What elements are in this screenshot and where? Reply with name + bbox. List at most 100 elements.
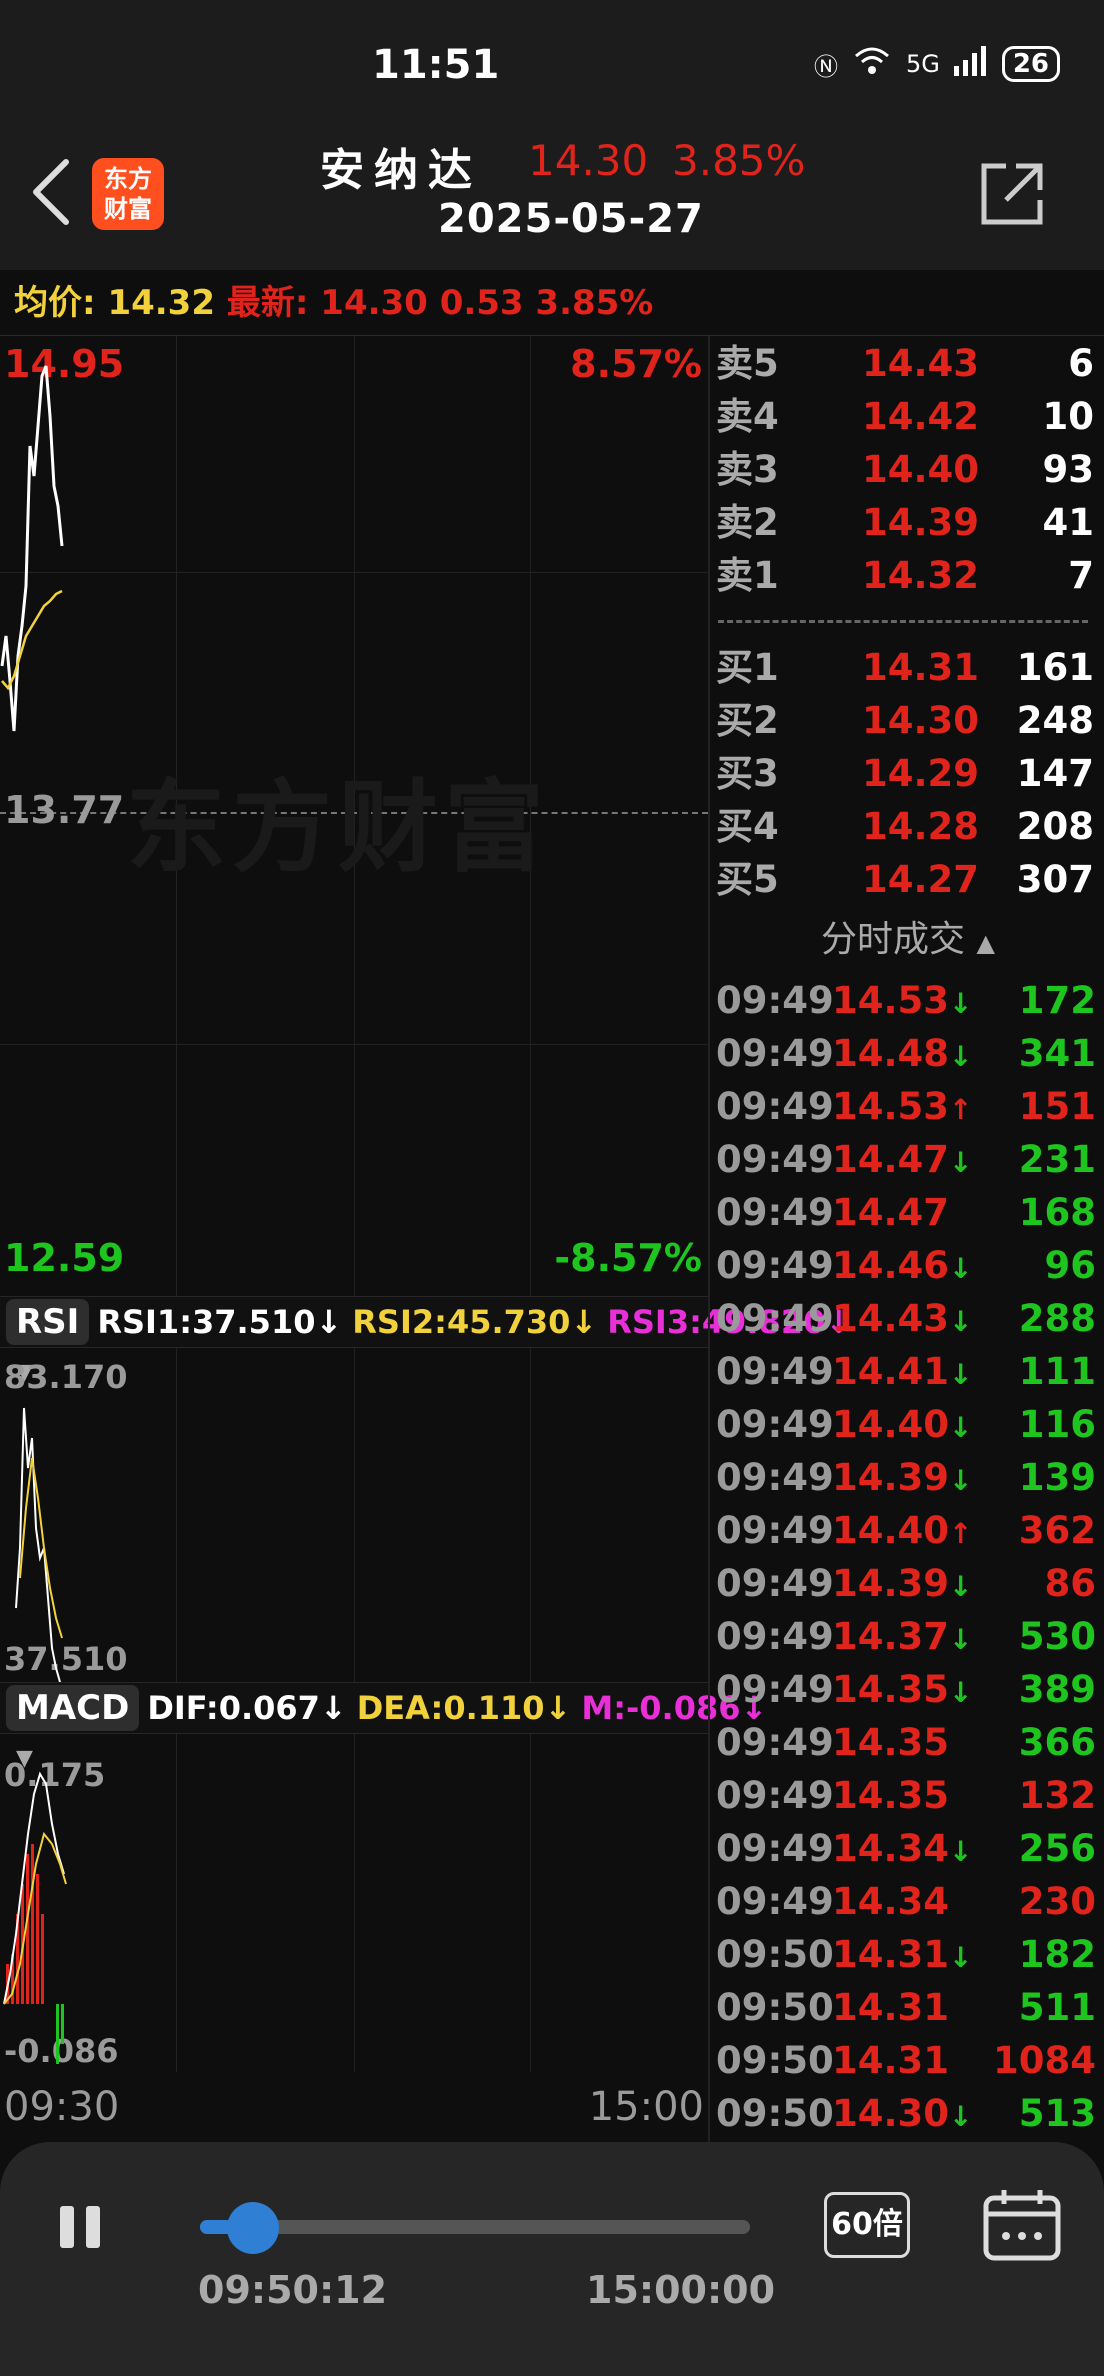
trade-volume: 182 [1018, 1933, 1096, 1976]
trade-row: 09:50 14.30↓ 513 [712, 2087, 1104, 2140]
trade-time: 09:49 [716, 1827, 834, 1870]
asks-label: 卖1 [716, 554, 779, 597]
trade-time: 09:49 [716, 1668, 834, 1711]
asks-price: 14.39 [862, 501, 980, 544]
bids-label: 买1 [716, 646, 779, 689]
trade-time: 09:50 [716, 2039, 834, 2082]
trade-time: 09:49 [716, 1615, 834, 1658]
trade-direction-icon: ↓ [949, 1623, 973, 1656]
asks-label: 卖3 [716, 448, 779, 491]
calendar-icon[interactable] [982, 2188, 1062, 2262]
trades-header[interactable]: 分时成交 ▲ [712, 910, 1104, 970]
trade-row: 09:49 14.47 168 [712, 1186, 1104, 1239]
trade-row: 09:49 14.34 230 [712, 1875, 1104, 1928]
time-start: 09:30 [4, 2084, 120, 2130]
trade-price: 14.48↓ [832, 1032, 973, 1075]
trade-volume: 341 [1018, 1032, 1096, 1075]
bids-price: 14.28 [862, 805, 980, 848]
rsi-panel: RSI ▼ RSI1:37.510↓ RSI2:45.730↓ RSI3:49.… [0, 1296, 852, 1682]
rsi-selector[interactable]: RSI ▼ [6, 1299, 90, 1385]
time-end: 15:00 [588, 2084, 704, 2130]
trade-price: 14.53↓ [832, 979, 973, 1022]
trade-price: 14.43↓ [832, 1297, 973, 1340]
bids-row[interactable]: 买3 14.29 147 [712, 748, 1104, 800]
asks-vol: 7 [1068, 554, 1094, 597]
trade-direction-icon: ↓ [949, 1464, 973, 1497]
trade-volume: 513 [1018, 2092, 1096, 2135]
trade-row: 09:49 14.34↓ 256 [712, 1822, 1104, 1875]
bids-row[interactable]: 买5 14.27 307 [712, 854, 1104, 906]
progress-track[interactable] [200, 2220, 750, 2234]
trade-time: 09:49 [716, 979, 834, 1022]
end-time: 15:00:00 [586, 2268, 776, 2312]
progress-handle[interactable] [227, 2202, 279, 2254]
trade-time: 09:50 [716, 1933, 834, 1976]
trade-volume: 256 [1018, 1827, 1096, 1870]
macd-selector[interactable]: MACD ▼ [6, 1685, 140, 1771]
trade-direction-icon: ↓ [949, 1835, 973, 1868]
latest-change-pct: 3.85% [535, 283, 654, 323]
trade-volume: 132 [1018, 1774, 1096, 1817]
asks-row[interactable]: 卖3 14.40 93 [712, 444, 1104, 496]
time-axis: 09:30 15:00 [0, 2072, 708, 2142]
trade-volume: 168 [1018, 1191, 1096, 1234]
trade-direction-icon: ↓ [949, 1252, 973, 1285]
bids-vol: 161 [1016, 646, 1094, 689]
trade-row: 09:49 14.37↓ 530 [712, 1610, 1104, 1663]
bids-label: 买2 [716, 699, 779, 742]
pause-icon[interactable] [56, 2204, 106, 2250]
trade-direction-icon: ↓ [949, 1941, 973, 1974]
trade-row: 09:49 14.41↓ 111 [712, 1345, 1104, 1398]
trade-time: 09:49 [716, 1138, 834, 1181]
asks-label: 卖5 [716, 342, 779, 385]
battery-icon: 26 [1001, 46, 1060, 82]
trade-price: 14.37↓ [832, 1615, 973, 1658]
asks-row[interactable]: 卖2 14.39 41 [712, 497, 1104, 549]
latest-price: 14.30 [320, 283, 428, 323]
asks-row[interactable]: 卖5 14.43 6 [712, 338, 1104, 390]
replay-player: 09:50:12 15:00:00 60倍 [0, 2142, 1104, 2376]
trade-time: 09:49 [716, 1774, 834, 1817]
trade-direction-icon: ↑ [949, 1093, 973, 1126]
macd-tab-bar: MACD ▼ DIF:0.067↓ DEA:0.110↓ M:-0.086↓ [0, 1682, 767, 1771]
trade-row: 09:49 14.35 366 [712, 1716, 1104, 1769]
status-clock: 11:51 [372, 42, 500, 88]
trade-direction-icon: ↓ [949, 1146, 973, 1179]
bids-row[interactable]: 买1 14.31 161 [712, 642, 1104, 694]
bids-row[interactable]: 买4 14.28 208 [712, 801, 1104, 853]
bids-row[interactable]: 买2 14.30 248 [712, 695, 1104, 747]
asks-price: 14.32 [862, 554, 980, 597]
nav-header: 东方 财富 安纳达 14.30 3.85% 2025-05-27 [0, 130, 1104, 270]
trade-volume: 511 [1018, 1986, 1096, 2029]
asks-vol: 41 [1042, 501, 1095, 544]
asks-vol: 6 [1068, 342, 1094, 385]
stock-date: 2025-05-27 [438, 196, 704, 242]
speed-button[interactable]: 60倍 [824, 2192, 910, 2258]
trade-direction-icon: ↓ [949, 1358, 973, 1391]
trade-direction-icon: ↑ [949, 1517, 973, 1550]
trade-volume: 139 [1018, 1456, 1096, 1499]
trades-list[interactable]: 09:49 14.53↓ 172 09:49 14.48↓ 341 09:49 14.53↑ 1… [712, 974, 1104, 2142]
trade-direction-icon: ↓ [949, 1570, 973, 1603]
trade-direction-icon: ↓ [949, 1411, 973, 1444]
trade-volume: 530 [1018, 1615, 1096, 1658]
sort-up-icon: ▲ [976, 929, 995, 957]
share-icon[interactable] [976, 158, 1048, 230]
asks-price: 14.40 [862, 448, 980, 491]
asks-row[interactable]: 卖1 14.32 7 [712, 550, 1104, 602]
stock-name: 安纳达 [320, 145, 482, 196]
rsi2-value: RSI2:45.730↓ [352, 1303, 598, 1341]
macd-panel: MACD ▼ DIF:0.067↓ DEA:0.110↓ M:-0.086↓ 0… [0, 1682, 767, 2072]
trade-price: 14.31 [832, 1986, 950, 2029]
back-icon[interactable] [26, 152, 76, 232]
avg-price-line [1, 589, 63, 691]
asks-label: 卖4 [716, 395, 779, 438]
trade-volume: 366 [1018, 1721, 1096, 1764]
asks-row[interactable]: 卖4 14.42 10 [712, 391, 1104, 443]
trade-price: 14.34 [832, 1880, 950, 1923]
trade-volume: 151 [1018, 1085, 1096, 1128]
trade-price: 14.34↓ [832, 1827, 973, 1870]
intraday-price-chart[interactable]: 东方财富 14.95 8.57% 13.77 12.59 -8.57% [0, 336, 708, 1296]
trade-price: 14.41↓ [832, 1350, 973, 1393]
price-info-bar: 均价: 14.32 最新: 14.30 0.53 3.85% [0, 270, 1104, 336]
